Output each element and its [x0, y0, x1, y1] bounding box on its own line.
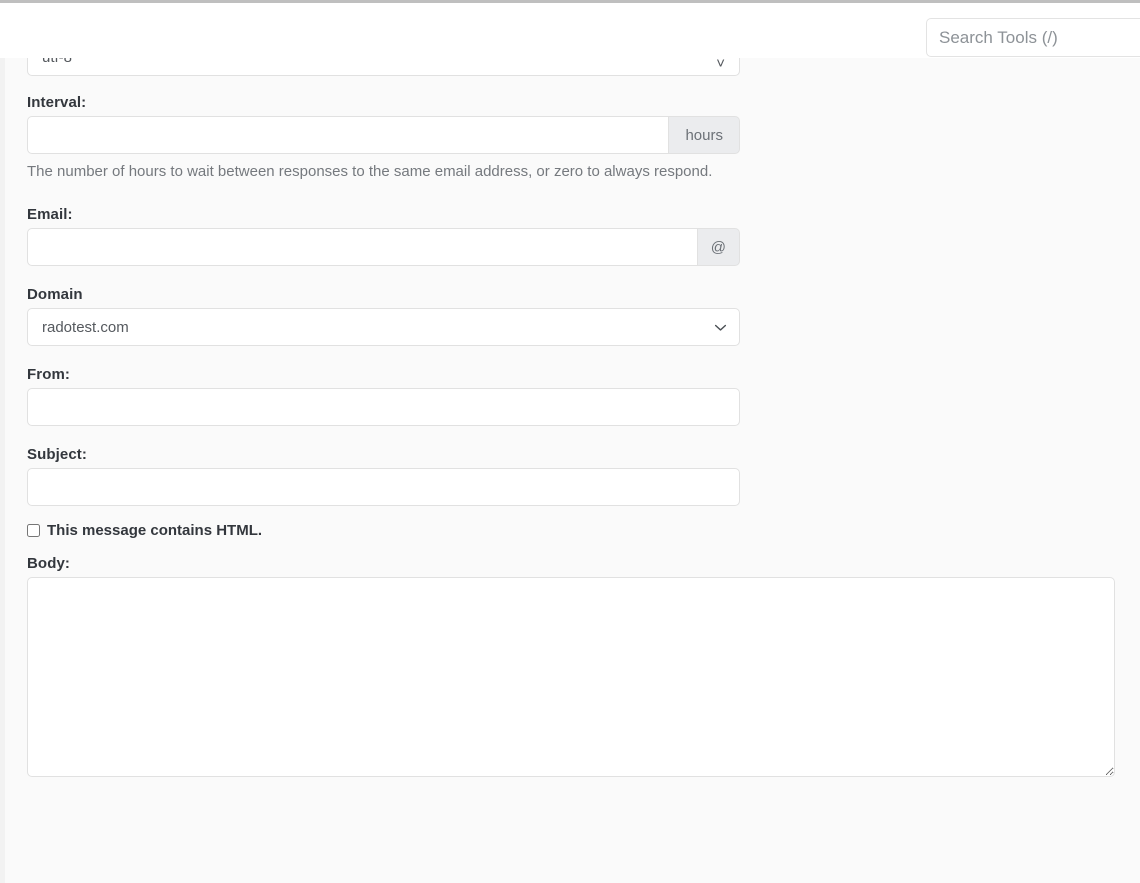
interval-input[interactable] — [27, 116, 669, 154]
interval-label: Interval: — [27, 94, 740, 111]
interval-field-group: Interval: hours The number of hours to w… — [27, 94, 740, 182]
charset-select-clipped-container: utf-8 ˅ — [27, 58, 767, 76]
charset-select-value: utf-8 — [42, 58, 72, 66]
domain-label: Domain — [27, 286, 740, 303]
chevron-down-icon: ˅ — [716, 58, 725, 75]
from-input[interactable] — [27, 388, 740, 426]
interval-unit-addon: hours — [669, 116, 740, 154]
email-input[interactable] — [27, 228, 698, 266]
html-checkbox-row[interactable]: This message contains HTML. — [27, 522, 1140, 539]
charset-select[interactable]: utf-8 ˅ — [27, 58, 740, 76]
body-textarea[interactable] — [27, 577, 1115, 777]
subject-label: Subject: — [27, 446, 740, 463]
email-field-group: Email: @ — [27, 206, 740, 266]
html-checkbox-label: This message contains HTML. — [47, 522, 262, 539]
main-content-area: utf-8 ˅ Interval: hours The number of ho… — [0, 58, 1140, 883]
body-field-group: Body: — [27, 555, 1140, 777]
from-field-group: From: — [27, 366, 740, 426]
email-input-group: @ — [27, 228, 740, 266]
application-window: utf-8 ˅ Interval: hours The number of ho… — [0, 0, 1140, 883]
subject-field-group: Subject: — [27, 446, 740, 506]
search-tools-container — [926, 18, 1140, 57]
top-header-bar — [0, 0, 1140, 58]
settings-form: utf-8 ˅ Interval: hours The number of ho… — [5, 58, 1140, 777]
interval-input-group: hours — [27, 116, 740, 154]
domain-select[interactable]: radotest.com — [27, 308, 740, 346]
search-input[interactable] — [926, 18, 1140, 57]
at-sign-addon: @ — [698, 228, 740, 266]
interval-help-text: The number of hours to wait between resp… — [27, 161, 717, 182]
domain-field-group: Domain radotest.com — [27, 286, 740, 346]
body-label: Body: — [27, 555, 1140, 572]
email-label: Email: — [27, 206, 740, 223]
html-checkbox[interactable] — [27, 524, 40, 537]
domain-select-container: radotest.com — [27, 308, 740, 346]
subject-input[interactable] — [27, 468, 740, 506]
from-label: From: — [27, 366, 740, 383]
